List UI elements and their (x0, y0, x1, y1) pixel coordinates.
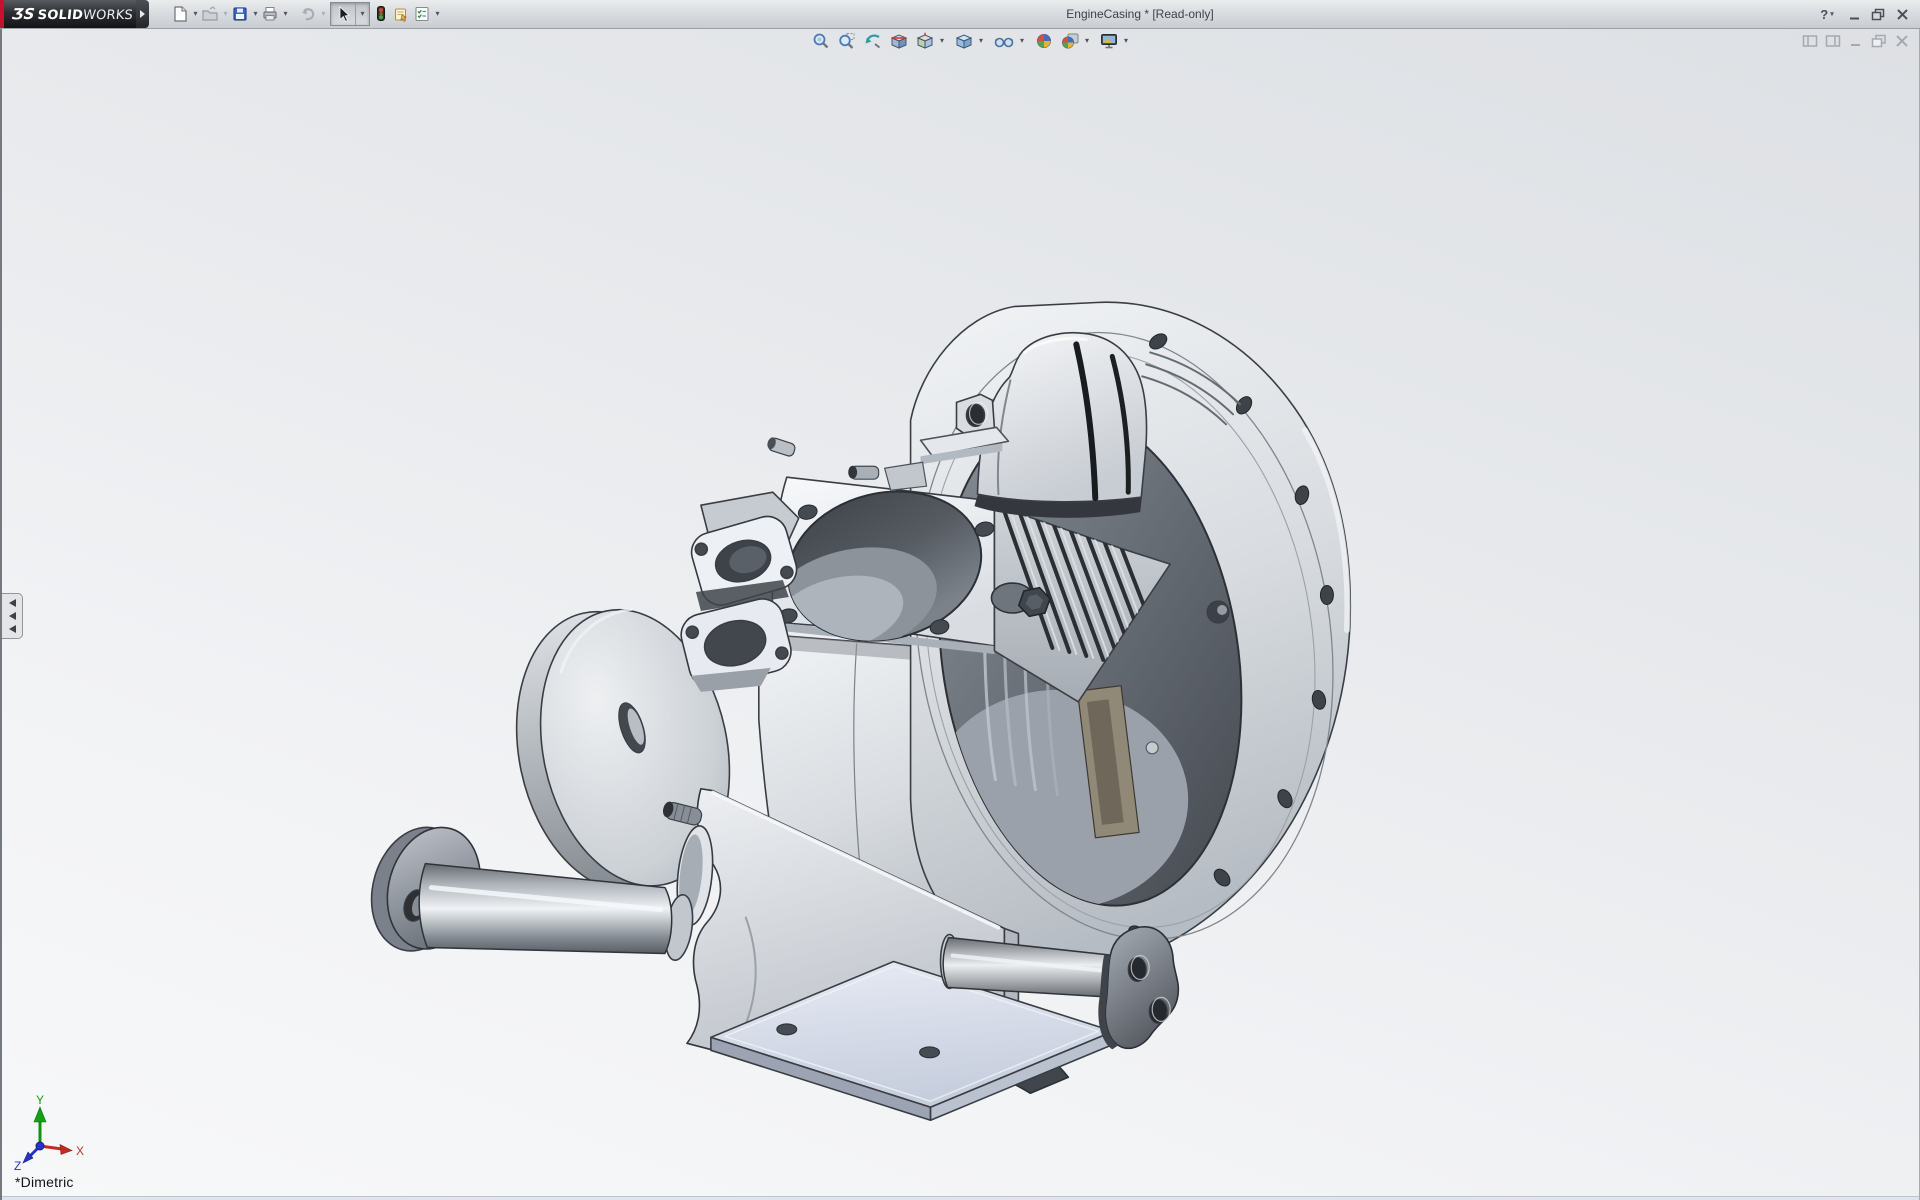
apply-scene-dropdown[interactable]: ▾ (1083, 30, 1091, 52)
close-icon (1895, 34, 1909, 48)
apply-scene-button[interactable] (1057, 30, 1083, 52)
rebuild-button[interactable] (372, 3, 390, 25)
intake-flanges[interactable] (677, 492, 802, 692)
select-cursor-icon (335, 5, 351, 23)
new-document-icon (171, 5, 189, 23)
open-dropdown[interactable]: ▾ (221, 3, 230, 25)
x-axis-arrow (60, 1145, 72, 1155)
save-button[interactable] (230, 3, 250, 25)
standard-toolbar: ▾ ▾ ▾ ▾ ▾ (170, 3, 442, 25)
save-floppy-icon (231, 5, 249, 23)
select-button[interactable] (331, 3, 355, 25)
options-button[interactable] (412, 3, 432, 25)
triple-left-arrows-icon (9, 625, 16, 633)
collapse-pane-right-button[interactable] (1823, 33, 1843, 49)
undo-button[interactable] (298, 3, 318, 25)
brand-3s-glyph: ƷS (11, 5, 36, 23)
menu-expander-button[interactable] (136, 0, 149, 28)
zoom-to-fit-button[interactable] (808, 30, 834, 52)
brand-wordmark: ƷSSOLIDWORKS (11, 5, 134, 23)
collapse-pane-left-button[interactable] (1800, 33, 1820, 49)
help-button[interactable]: ?▾ (1812, 3, 1842, 25)
edit-appearance-ball-icon (1035, 32, 1053, 50)
print-button[interactable] (260, 3, 280, 25)
new-dropdown[interactable]: ▾ (191, 3, 200, 25)
select-dropdown[interactable]: ▾ (355, 3, 369, 25)
close-icon (1896, 8, 1909, 21)
zoom-to-area-button[interactable] (834, 30, 860, 52)
restore-document-button[interactable] (1869, 33, 1889, 49)
help-dropdown[interactable]: ▾ (1830, 10, 1834, 18)
view-settings-button[interactable] (1096, 30, 1122, 52)
solidworks-logo: ƷSSOLIDWORKS (4, 0, 136, 28)
view-orientation-label: *Dimetric (15, 1174, 74, 1190)
display-style-cube-icon (955, 32, 973, 50)
graphics-area[interactable]: ▾ ▾ ▾ (0, 28, 1920, 1200)
save-dropdown[interactable]: ▾ (251, 3, 260, 25)
hide-show-items-dropdown[interactable]: ▾ (1018, 30, 1026, 52)
apply-scene-icon (1061, 32, 1079, 50)
edit-appearance-button[interactable] (1031, 30, 1057, 52)
triple-left-arrows-icon (9, 599, 16, 607)
rebuild-traffic-light-icon (373, 5, 389, 23)
triad-origin (36, 1142, 44, 1150)
close-button[interactable] (1890, 3, 1914, 25)
minimize-document-button[interactable] (1846, 33, 1866, 49)
view-settings-monitor-icon (1100, 32, 1118, 50)
window-controls: ?▾ (1812, 2, 1914, 26)
zoom-to-fit-icon (812, 32, 830, 50)
z-axis-label: Z (14, 1159, 21, 1173)
feature-manager-collapsed-tab[interactable] (2, 593, 23, 639)
pane-right-icon (1825, 34, 1841, 48)
print-icon (261, 5, 279, 23)
hide-show-items-button[interactable] (990, 30, 1018, 52)
close-document-button[interactable] (1892, 33, 1912, 49)
minimize-icon (1849, 34, 1863, 48)
undo-arrow-icon (299, 5, 317, 23)
print-dropdown[interactable]: ▾ (281, 3, 290, 25)
chevron-right-icon (139, 9, 146, 19)
view-settings-dropdown[interactable]: ▾ (1122, 30, 1130, 52)
hide-show-glasses-icon (994, 32, 1014, 50)
y-axis-label: Y (36, 1093, 44, 1107)
options-dropdown[interactable]: ▾ (433, 3, 442, 25)
restore-icon (1871, 34, 1887, 48)
title-bar: ƷSSOLIDWORKS ▾ ▾ ▾ (0, 0, 1920, 29)
y-axis-arrow (34, 1107, 46, 1122)
section-view-icon (890, 32, 908, 50)
select-button-group: ▾ (330, 2, 370, 26)
view-orientation-dropdown[interactable]: ▾ (938, 30, 946, 52)
section-view-button[interactable] (886, 30, 912, 52)
status-bar-edge (2, 1196, 1919, 1200)
new-button[interactable] (170, 3, 190, 25)
document-window-controls (1797, 33, 1912, 49)
document-title: EngineCasing * [Read-only] (1066, 7, 1213, 21)
x-axis-label: X (76, 1144, 84, 1158)
options-checklist-icon (413, 5, 431, 23)
restore-button[interactable] (1866, 3, 1890, 25)
triple-left-arrows-icon (9, 612, 16, 620)
display-style-dropdown[interactable]: ▾ (977, 30, 985, 52)
open-button[interactable] (200, 3, 220, 25)
file-properties-button[interactable] (391, 3, 411, 25)
previous-view-button[interactable] (860, 30, 886, 52)
stud-pin (766, 436, 797, 457)
file-properties-icon (392, 5, 410, 23)
model-engine-casing[interactable] (2, 28, 1919, 1200)
view-orientation-cube-icon (916, 32, 934, 50)
zoom-to-area-icon (838, 32, 856, 50)
minimize-icon (1848, 8, 1861, 21)
view-orientation-button[interactable] (912, 30, 938, 52)
minimize-button[interactable] (1842, 3, 1866, 25)
display-style-button[interactable] (951, 30, 977, 52)
previous-view-icon (864, 32, 882, 50)
restore-icon (1871, 8, 1885, 21)
help-icon: ? (1820, 7, 1828, 22)
heads-up-view-toolbar: ▾ ▾ ▾ (808, 29, 1130, 53)
open-folder-icon (201, 5, 219, 23)
undo-dropdown[interactable]: ▾ (319, 3, 328, 25)
orientation-triad: Y X Z (4, 1092, 99, 1174)
pane-left-icon (1802, 34, 1818, 48)
